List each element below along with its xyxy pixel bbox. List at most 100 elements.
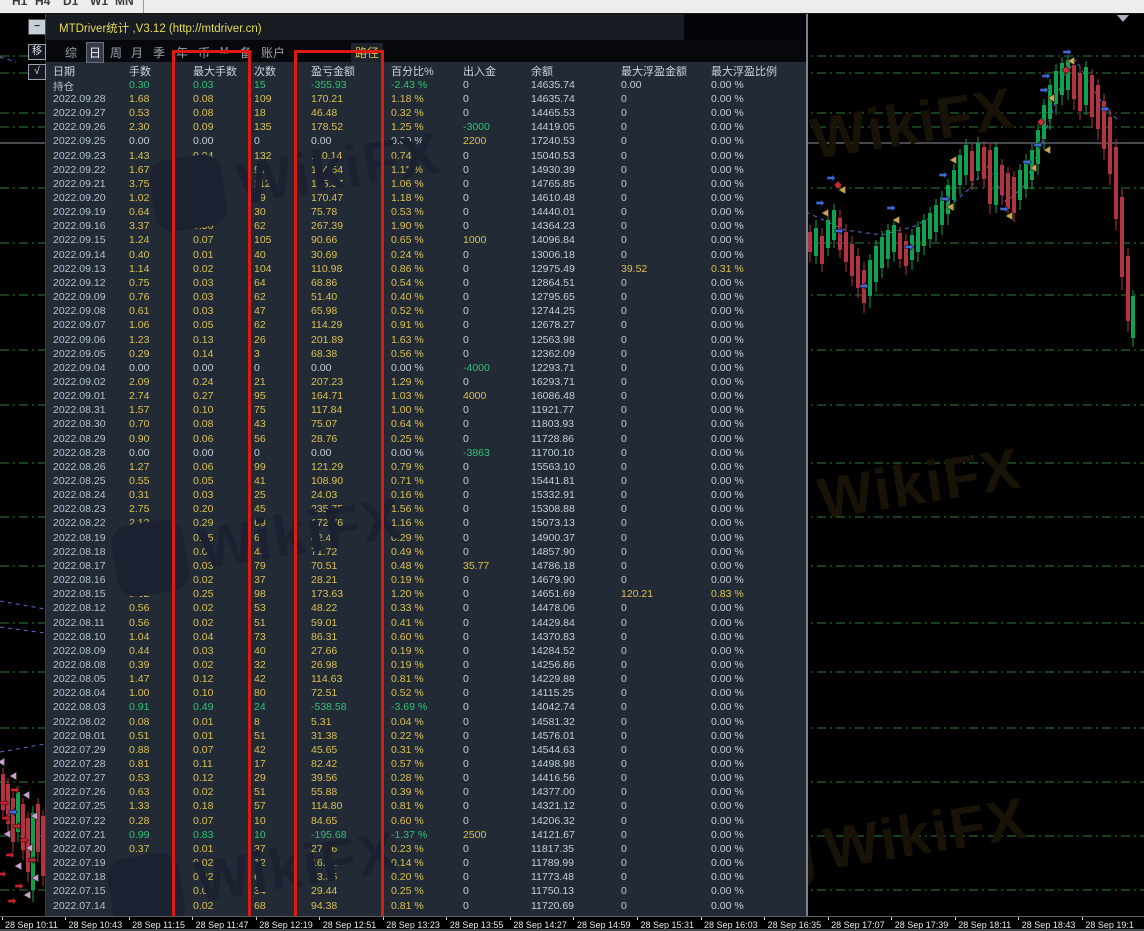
table-row[interactable]: 2022.09.231.430.04132110.140.74 %015040.… <box>46 149 807 163</box>
table-row[interactable]: 2022.07.210.990.8310-195.68-1.37 %250014… <box>46 828 807 842</box>
cell: 0 <box>621 362 627 374</box>
table-row[interactable]: 2022.09.050.290.14368.380.56 %012362.090… <box>46 347 807 361</box>
table-row[interactable]: 2022.07.251.330.1857114.800.81 %014321.1… <box>46 799 807 813</box>
table-row[interactable]: 2022.07.260.630.025155.880.39 %014377.00… <box>46 785 807 799</box>
table-row[interactable]: 2022.08.311.570.1075117.841.00 %011921.7… <box>46 403 807 417</box>
cell: 2022.08.28 <box>53 447 106 459</box>
table-row[interactable]: 2022.08.240.310.032524.030.16 %015332.91… <box>46 488 807 502</box>
table-row[interactable]: 2022.08.101.040.047386.310.60 %014370.83… <box>46 630 807 644</box>
table-row[interactable]: 2022.09.151.240.0710590.660.65 %10001409… <box>46 233 807 247</box>
table-row[interactable]: 2022.08.250.550.0541108.900.71 %015441.8… <box>46 474 807 488</box>
move-button[interactable]: 移 <box>28 44 46 60</box>
cell: 49 <box>254 192 266 204</box>
table-row[interactable]: 2022.08.020.080.0185.310.04 %014581.3200… <box>46 715 807 729</box>
cell: 2022.08.17 <box>53 560 106 572</box>
table-row[interactable]: 2022.08.120.560.025348.220.33 %014478.06… <box>46 601 807 615</box>
table-row[interactable]: 2022.07.150.340.013429.440.25 %011750.13… <box>46 884 807 898</box>
table-row[interactable]: 2022.08.030.910.4924-538.58-3.69 %014042… <box>46 700 807 714</box>
table-row[interactable]: 2022.08.151.320.2598173.631.20 %014651.6… <box>46 587 807 601</box>
table-row[interactable]: 2022.09.022.090.2421207.231.29 %016293.7… <box>46 375 807 389</box>
cell: 2022.08.12 <box>53 602 106 614</box>
table-row[interactable]: 2022.09.250.000.0000.000.00 %220017240.5… <box>46 134 807 148</box>
table-row[interactable]: 2022.08.232.750.2045235.751.56 %015308.8… <box>46 502 807 516</box>
cell: 14900.37 <box>531 532 575 544</box>
table-row[interactable]: 2022.09.061.230.1326201.891.63 %012563.9… <box>46 333 807 347</box>
cell: 2022.08.01 <box>53 730 106 742</box>
table-row[interactable]: 2022.09.201.020.1149170.471.18 %014610.4… <box>46 191 807 205</box>
table-row[interactable]: 2022.09.213.750.50112155.371.06 %014765.… <box>46 177 807 191</box>
table-row[interactable]: 2022.07.190.150.021216.510.14 %011789.99… <box>46 856 807 870</box>
table-row[interactable]: 2022.07.180.090.02623.350.20 %011773.480… <box>46 870 807 884</box>
table-row[interactable]: 2022.07.280.810.111782.420.57 %014498.98… <box>46 757 807 771</box>
table-row[interactable]: 2022.08.222.120.2969172.761.16 %015073.1… <box>46 516 807 530</box>
cell: 43 <box>254 418 266 430</box>
table-row[interactable]: 2022.08.280.000.0000.000.00 %-386311700.… <box>46 446 807 460</box>
table-row[interactable]: 2022.09.262.300.09135178.521.25 %-300014… <box>46 120 807 134</box>
table-row[interactable]: 2022.08.090.440.034027.660.19 %014284.52… <box>46 644 807 658</box>
minimize-button[interactable]: − <box>28 19 46 35</box>
table-row[interactable]: 2022.08.170.880.037970.510.48 %35.771478… <box>46 559 807 573</box>
cell: 2022.08.08 <box>53 659 106 671</box>
cell: 0 <box>621 631 627 643</box>
cell: 14635.74 <box>531 79 575 91</box>
table-row[interactable]: 2022.07.270.530.122939.560.28 %014416.56… <box>46 771 807 785</box>
table-row[interactable]: 2022.08.110.560.025159.010.41 %014429.84… <box>46 616 807 630</box>
cell: -4000 <box>463 362 490 374</box>
table-row[interactable]: 2022.09.090.760.036251.400.40 %012795.65… <box>46 290 807 304</box>
table-row[interactable]: 持仓0.300.0315-355.93-2.43 %014635.740.000… <box>46 78 807 92</box>
cell: 0.65 % <box>391 234 424 246</box>
cell: 10 <box>254 815 266 827</box>
chevron-down-icon[interactable] <box>1117 15 1129 22</box>
axis-tick <box>764 917 765 920</box>
table-row[interactable]: 2022.08.261.270.0699121.290.79 %015563.1… <box>46 460 807 474</box>
cell: 0.00 % <box>711 135 744 147</box>
cell: 0 <box>463 263 469 275</box>
table-row[interactable]: 2022.07.200.370.013727.360.23 %011817.35… <box>46 842 807 856</box>
table-row[interactable]: 2022.08.300.700.084375.070.64 %011803.93… <box>46 417 807 431</box>
table-row[interactable]: 2022.09.012.740.2795164.711.03 %40001608… <box>46 389 807 403</box>
timeframe-h4[interactable]: H4 <box>35 0 50 8</box>
table-row[interactable]: 2022.08.051.470.1242114.630.81 %014229.8… <box>46 672 807 686</box>
cell: -3863 <box>463 447 490 459</box>
table-row[interactable]: 2022.09.071.060.0562114.290.91 %012678.2… <box>46 318 807 332</box>
table-row[interactable]: 2022.08.180.510.034371.720.49 %014857.90… <box>46 545 807 559</box>
table-row[interactable]: 2022.09.131.140.02104110.980.86 %012975.… <box>46 262 807 276</box>
cell: 6 <box>254 871 260 883</box>
table-row[interactable]: 2022.09.270.530.081846.480.32 %014465.53… <box>46 106 807 120</box>
timeframe-w1[interactable]: W1 <box>90 0 108 8</box>
table-row[interactable]: 2022.09.040.000.0000.000.00 %-400012293.… <box>46 361 807 375</box>
table-row[interactable]: 2022.07.140.740.026894.380.81 %011720.69… <box>46 899 807 913</box>
cell: 0 <box>463 517 469 529</box>
cell: 1.29 % <box>391 376 424 388</box>
table-row[interactable]: 2022.07.220.280.071084.650.60 %014206.32… <box>46 814 807 828</box>
table-row[interactable]: 2022.08.010.510.015131.380.22 %014576.01… <box>46 729 807 743</box>
axis-tick <box>1082 917 1083 920</box>
table-row[interactable]: 2022.08.041.000.108072.510.52 %014115.25… <box>46 686 807 700</box>
timeframe-mn[interactable]: MN <box>115 0 134 8</box>
table-row[interactable]: 2022.09.221.670.0699164.541.11 %014930.3… <box>46 163 807 177</box>
cell: 0.20 % <box>391 871 424 883</box>
panel-right-edge[interactable] <box>806 14 808 916</box>
axis-tick <box>510 917 511 920</box>
cell: 0 <box>621 829 627 841</box>
timeframe-h1[interactable]: H1 <box>12 0 27 8</box>
cell: 98 <box>254 588 266 600</box>
table-row[interactable]: 2022.08.160.380.023728.210.19 %014679.90… <box>46 573 807 587</box>
table-row[interactable]: 2022.08.080.390.023226.980.19 %014256.86… <box>46 658 807 672</box>
table-row[interactable]: 2022.09.190.640.073075.780.53 %014440.01… <box>46 205 807 219</box>
table-row[interactable]: 2022.08.190.640.056042.470.29 %014900.37… <box>46 531 807 545</box>
table-row[interactable]: 2022.09.120.750.036468.860.54 %012864.51… <box>46 276 807 290</box>
table-row[interactable]: 2022.09.281.680.08109170.211.18 %014635.… <box>46 92 807 106</box>
cell: 14635.74 <box>531 93 575 105</box>
table-row[interactable]: 2022.07.290.880.074245.650.31 %014544.63… <box>46 743 807 757</box>
table-row[interactable]: 2022.09.140.400.014030.690.24 %013006.18… <box>46 248 807 262</box>
cell: 0 <box>621 220 627 232</box>
table-row[interactable]: 2022.09.080.610.034765.980.52 %012744.25… <box>46 304 807 318</box>
timeframe-d1[interactable]: D1 <box>63 0 78 8</box>
cell: 14115.25 <box>531 687 574 699</box>
cell: 42 <box>254 744 266 756</box>
check-button[interactable]: √ <box>28 64 46 80</box>
table-row[interactable]: 2022.08.290.900.065628.760.25 %011728.86… <box>46 432 807 446</box>
table-row[interactable]: 2022.09.163.370.5062267.391.90 %014364.2… <box>46 219 807 233</box>
cell: 2022.07.21 <box>53 829 106 841</box>
